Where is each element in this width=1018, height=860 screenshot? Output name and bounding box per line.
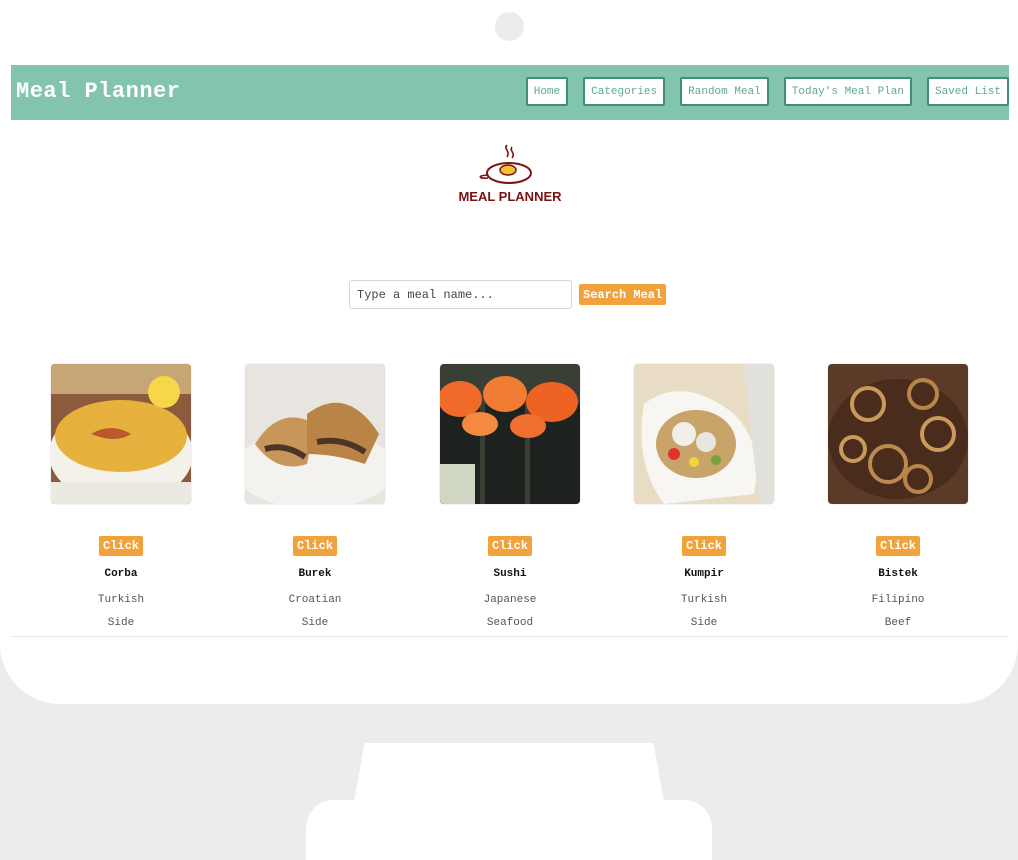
meal-category: Side (690, 617, 718, 629)
click-button[interactable]: Click (487, 536, 532, 556)
meal-name: Corba (104, 568, 138, 580)
meal-category: Side (301, 617, 329, 629)
meal-area: Turkish (680, 594, 728, 606)
lentil-soup-image (51, 364, 191, 504)
meal-area: Croatian (288, 594, 342, 606)
meal-category: Beef (884, 617, 912, 629)
stuffed-potato-image (634, 364, 774, 504)
meal-area: Japanese (483, 594, 537, 606)
nav-categories-button[interactable]: Categories (583, 77, 666, 106)
nav-home-button[interactable]: Home (525, 77, 569, 106)
beef-onions-image (828, 364, 968, 504)
meal-card: Click Kumpir Turkish Side (634, 364, 774, 629)
click-button[interactable]: Click (98, 536, 143, 556)
nav-random-meal-button[interactable]: Random Meal (680, 77, 769, 106)
search-input[interactable] (349, 280, 572, 309)
meal-card: Click Sushi Japanese Seafood (440, 364, 580, 629)
logo-text: MEAL PLANNER (458, 189, 562, 204)
nav-bar: Home Categories Random Meal Today's Meal… (511, 77, 1009, 106)
meal-card: Click Burek Croatian Side (245, 364, 385, 629)
monitor-frame: Meal Planner Home Categories Random Meal… (0, 0, 1018, 704)
meal-name: Bistek (878, 568, 918, 580)
meal-category: Seafood (486, 617, 534, 629)
click-button[interactable]: Click (681, 536, 726, 556)
nav-todays-meal-plan-button[interactable]: Today's Meal Plan (783, 77, 912, 106)
logo: MEAL PLANNER (456, 143, 564, 207)
camera-dot (495, 12, 524, 41)
content-divider (11, 636, 1009, 637)
monitor-stand-base (306, 800, 712, 860)
meal-area: Filipino (871, 594, 925, 606)
header-bar: Meal Planner Home Categories Random Meal… (11, 65, 1009, 120)
meal-category: Side (107, 617, 135, 629)
meal-name: Sushi (493, 568, 527, 580)
meal-name: Burek (298, 568, 332, 580)
meal-name: Kumpir (684, 568, 724, 580)
nav-saved-list-button[interactable]: Saved List (926, 77, 1009, 106)
click-button[interactable]: Click (875, 536, 920, 556)
meal-area: Turkish (97, 594, 145, 606)
search-meal-button[interactable]: Search Meal (579, 284, 667, 305)
fried-egg-icon (479, 144, 532, 184)
burek-pastry-image (245, 364, 385, 504)
app-title: Meal Planner (16, 79, 181, 104)
sushi-rolls-image (440, 364, 580, 504)
click-button[interactable]: Click (292, 536, 337, 556)
meal-card: Click Bistek Filipino Beef (828, 364, 968, 629)
meal-card: Click Corba Turkish Side (51, 364, 191, 629)
